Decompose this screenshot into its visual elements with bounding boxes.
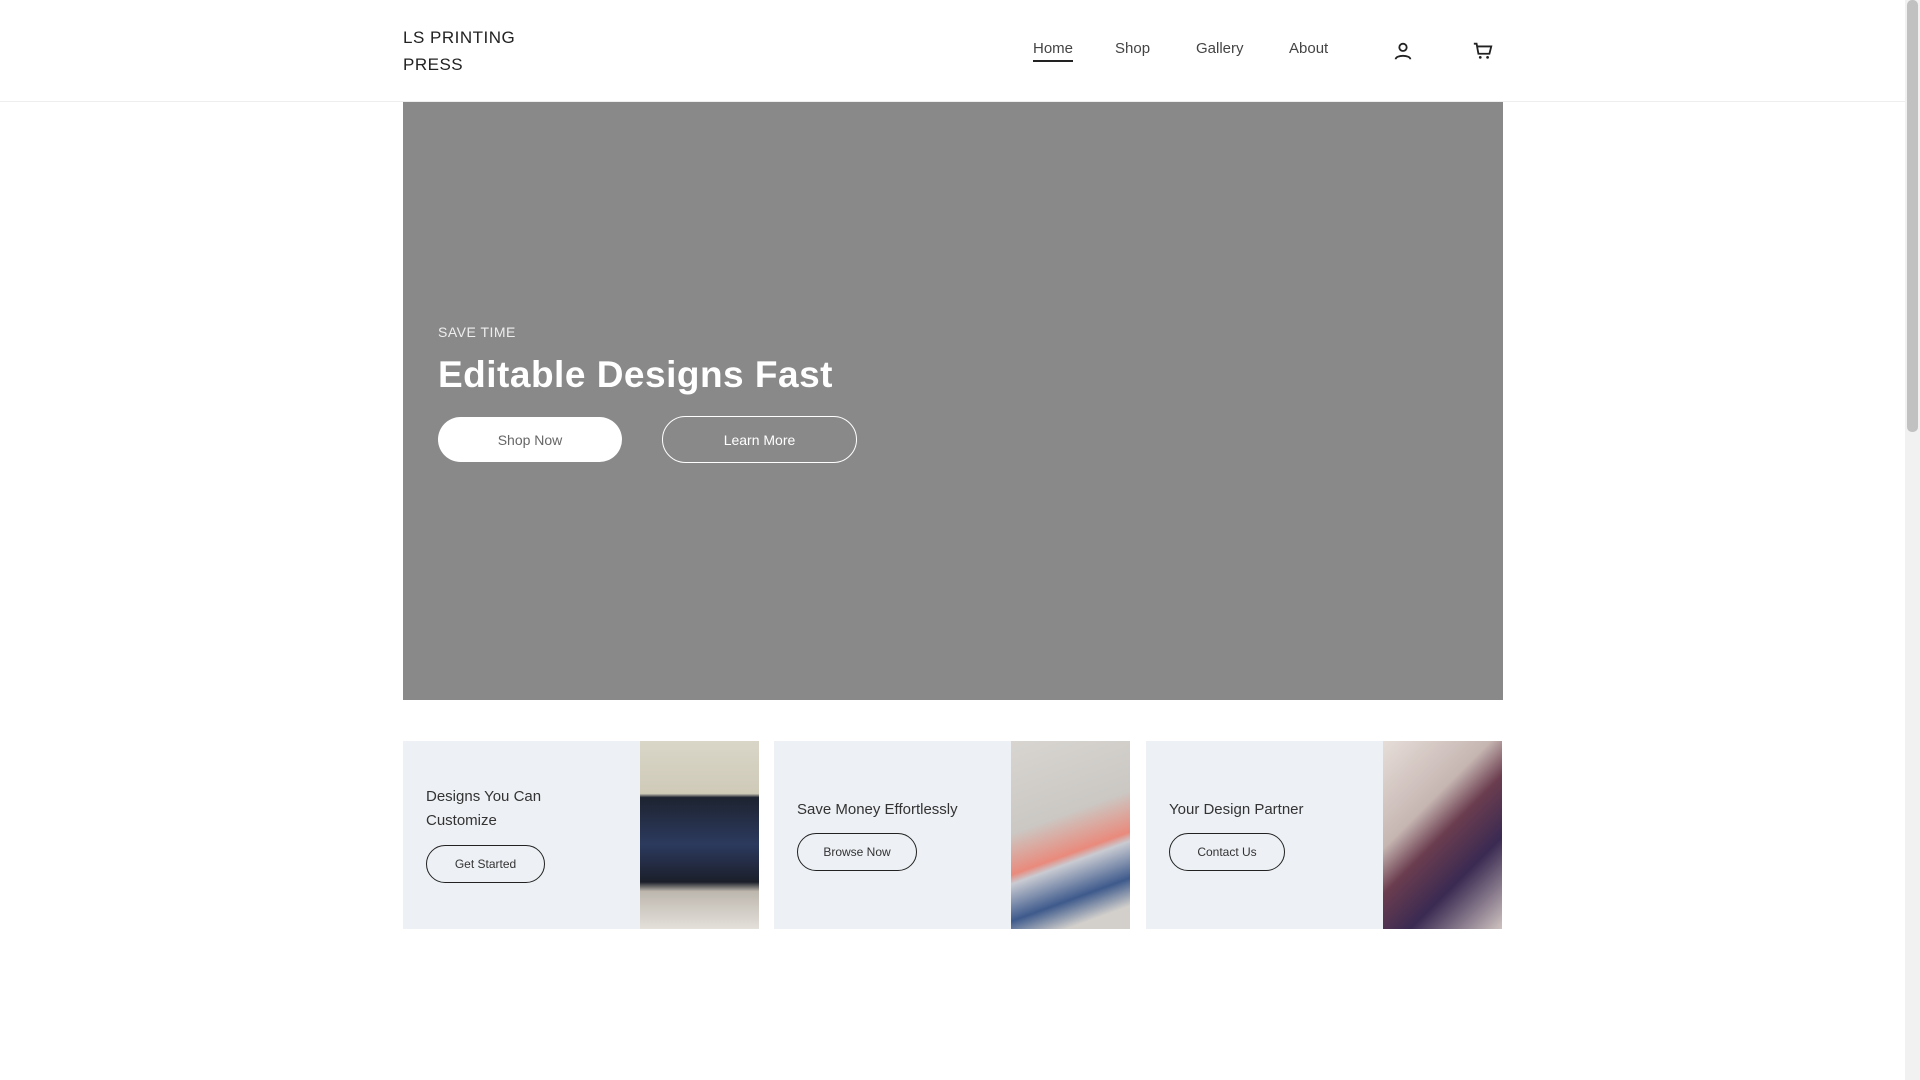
nav-shop[interactable]: Shop — [1115, 40, 1150, 57]
get-started-button[interactable]: Get Started — [426, 845, 545, 883]
contact-us-button[interactable]: Contact Us — [1169, 833, 1285, 871]
scrollbar-thumb[interactable] — [1907, 0, 1918, 432]
shop-now-button[interactable]: Shop Now — [438, 417, 622, 462]
account-icon[interactable] — [1392, 40, 1414, 62]
cart-icon[interactable] — [1472, 40, 1494, 62]
learn-more-button[interactable]: Learn More — [662, 416, 857, 463]
hero-title: Editable Designs Fast — [438, 354, 833, 395]
hero-eyebrow: SAVE TIME — [438, 324, 516, 340]
feature-card: Save Money Effortlessly Browse Now — [774, 741, 1130, 929]
hero-banner: SAVE TIME Editable Designs Fast Shop Now… — [403, 102, 1503, 700]
print-image — [1383, 741, 1502, 929]
site-header: LS PRINTING PRESS Home Shop Gallery Abou… — [0, 0, 1905, 102]
card-text: Designs You Can Customize — [426, 788, 542, 829]
card-text: Your Design Partner — [1169, 801, 1304, 818]
card-text: Save Money Effortlessly — [797, 801, 958, 818]
feature-card: Your Design Partner Contact Us — [1146, 741, 1502, 929]
nav-gallery[interactable]: Gallery — [1196, 40, 1244, 57]
site-logo[interactable]: LS PRINTING PRESS — [403, 24, 553, 78]
monitor-image — [640, 741, 759, 929]
nav-about[interactable]: About — [1289, 40, 1328, 57]
brochure-image — [1011, 741, 1130, 929]
browse-now-button[interactable]: Browse Now — [797, 833, 917, 871]
feature-card: Designs You Can Customize Get Started — [403, 741, 759, 929]
nav-home[interactable]: Home — [1033, 40, 1074, 62]
